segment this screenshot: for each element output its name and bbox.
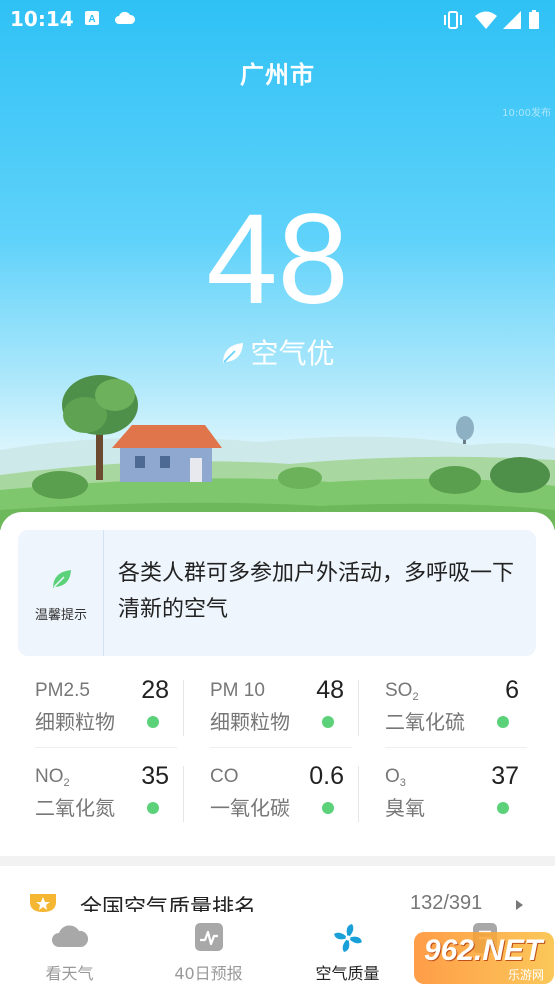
status-dot bbox=[322, 716, 334, 728]
status-dot bbox=[147, 716, 159, 728]
tab-air-quality[interactable]: 空气质量 bbox=[278, 912, 417, 986]
pollutant-name: 二氧化硫 bbox=[385, 710, 465, 734]
trend-chart-icon bbox=[194, 922, 224, 956]
pollutant-code: PM2.5 bbox=[35, 680, 90, 701]
grid-divider bbox=[183, 680, 184, 736]
pollutant-no2[interactable]: NO2 二氧化氮 35 bbox=[35, 762, 177, 834]
pollutant-name: 细颗粒物 bbox=[35, 710, 115, 734]
pollutant-value: 0.6 bbox=[309, 762, 344, 790]
city-title[interactable]: 广州市 bbox=[0, 55, 555, 90]
fan-icon bbox=[332, 922, 364, 958]
pollutant-value: 6 bbox=[505, 676, 519, 704]
pollutant-code: NO2 bbox=[35, 766, 70, 789]
aqi-value: 48 bbox=[206, 188, 349, 331]
chevron-right-icon bbox=[516, 900, 523, 910]
landscape-illustration bbox=[0, 360, 555, 530]
leaf-icon bbox=[51, 568, 73, 594]
tab-label: 40日预报 bbox=[174, 964, 243, 983]
cloud-notification-icon bbox=[114, 10, 136, 30]
grid-divider bbox=[358, 680, 359, 736]
status-time: 10:14 bbox=[10, 7, 74, 31]
pollutant-value: 35 bbox=[141, 762, 169, 790]
pollutant-name: 臭氧 bbox=[385, 796, 425, 820]
vibrate-icon bbox=[442, 10, 464, 34]
tab-label: 空气质量 bbox=[315, 964, 380, 983]
pollutant-so2[interactable]: SO2 二氧化硫 6 bbox=[385, 676, 527, 748]
status-dot bbox=[497, 802, 509, 814]
pollutant-code: O3 bbox=[385, 766, 406, 789]
pollutant-pm10[interactable]: PM 10 细颗粒物 48 bbox=[210, 676, 352, 748]
tip-text: 各类人群可多参加户外活动，多呼吸一下清新的空气 bbox=[118, 561, 515, 622]
pollutant-name: 二氧化氮 bbox=[35, 796, 115, 820]
signal-icon bbox=[502, 10, 522, 34]
tab-label: 看天气 bbox=[45, 964, 94, 983]
wifi-icon bbox=[474, 10, 498, 34]
pollutant-value: 48 bbox=[316, 676, 344, 704]
watermark-subtext: 乐游网 bbox=[507, 968, 544, 982]
tab-weather[interactable]: 看天气 bbox=[0, 912, 139, 986]
status-dot bbox=[147, 802, 159, 814]
pollutant-o3[interactable]: O3 臭氧 37 bbox=[385, 762, 527, 834]
pollutant-value: 37 bbox=[491, 762, 519, 790]
grid-divider bbox=[358, 766, 359, 822]
hero-section: 10:14 A 广州市 10:00发布 48 空气优 bbox=[0, 0, 555, 530]
status-dot bbox=[322, 802, 334, 814]
grid-divider bbox=[183, 766, 184, 822]
status-bar: 10:14 A bbox=[0, 0, 555, 38]
tip-card: 温馨提示 各类人群可多参加户外活动，多呼吸一下清新的空气 bbox=[18, 530, 536, 656]
pollutant-pm25[interactable]: PM2.5 细颗粒物 28 bbox=[35, 676, 177, 748]
pollutant-code: PM 10 bbox=[210, 680, 265, 701]
section-gap bbox=[0, 856, 555, 866]
pollutant-code: CO bbox=[210, 766, 239, 787]
tab-40day-forecast[interactable]: 40日预报 bbox=[139, 912, 278, 986]
update-time: 10:00发布 bbox=[502, 108, 551, 119]
pollutant-code: SO2 bbox=[385, 680, 419, 703]
battery-icon bbox=[528, 10, 540, 34]
keyboard-notification-icon: A bbox=[84, 10, 100, 30]
tip-label: 温馨提示 bbox=[34, 608, 87, 623]
pollutant-name: 细颗粒物 bbox=[210, 710, 290, 734]
cloud-icon bbox=[50, 922, 90, 954]
watermark-logo: 962.NET 乐游网 bbox=[414, 932, 554, 984]
pollutant-name: 一氧化碳 bbox=[210, 796, 290, 820]
status-dot bbox=[497, 716, 509, 728]
watermark-text: 962.NET bbox=[424, 934, 543, 967]
svg-text:A: A bbox=[88, 14, 95, 25]
tip-badge: 温馨提示 bbox=[18, 530, 104, 656]
pollutant-value: 28 bbox=[141, 676, 169, 704]
pollutant-co[interactable]: CO 一氧化碳 0.6 bbox=[210, 762, 352, 834]
